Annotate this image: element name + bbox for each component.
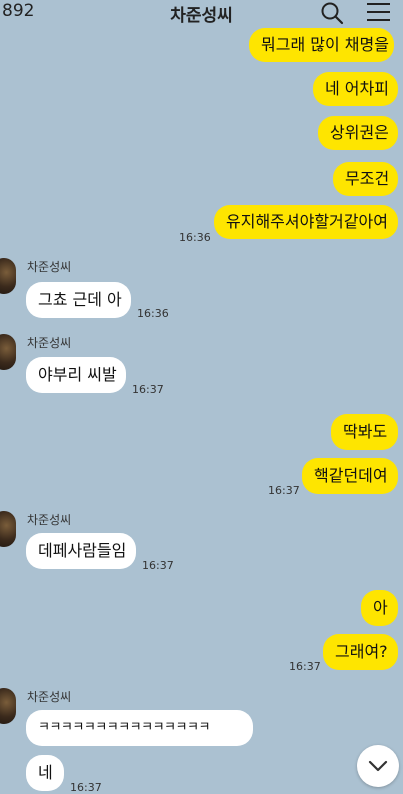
message-text: 야부리 씨발 xyxy=(38,365,117,384)
message-text: 핵같던데여 xyxy=(314,466,388,485)
sender-avatar[interactable] xyxy=(0,258,16,294)
message-text: 데페사람들임 xyxy=(38,541,127,560)
my-message-bubble[interactable]: 유지해주셔야할거같아여 xyxy=(214,205,398,239)
my-message-bubble[interactable]: 네 어차피 xyxy=(313,72,398,106)
hamburger-menu-icon xyxy=(367,3,390,21)
my-message-bubble[interactable]: 딱봐도 xyxy=(331,414,398,450)
message-time: 16:36 xyxy=(179,231,211,244)
their-message-bubble[interactable]: 그쵸 근데 아 xyxy=(26,282,131,318)
my-message-bubble[interactable]: 핵같던데여 xyxy=(302,458,398,494)
my-message-bubble[interactable]: 그래여? xyxy=(323,634,398,670)
their-message-bubble[interactable]: 데페사람들임 xyxy=(26,533,136,569)
their-message-bubble[interactable]: 야부리 씨발 xyxy=(26,357,126,393)
scroll-to-bottom-button[interactable] xyxy=(357,745,399,787)
my-message-bubble[interactable]: 아 xyxy=(361,590,398,626)
chat-header: 892 차준성씨 xyxy=(0,0,403,26)
search-button[interactable] xyxy=(318,0,346,26)
sender-name: 차준성씨 xyxy=(27,336,72,350)
sender-name: 차준성씨 xyxy=(27,260,72,274)
chevron-down-icon xyxy=(368,760,388,772)
sender-name: 차준성씨 xyxy=(27,513,72,527)
message-text: 네 xyxy=(38,763,53,782)
their-message-bubble[interactable]: ㅋㅋㅋㅋㅋㅋㅋㅋㅋㅋㅋㅋㅋㅋㅋ xyxy=(26,710,253,746)
message-text: 유지해주셔야할거같아여 xyxy=(226,212,388,231)
message-time: 16:37 xyxy=(142,559,174,572)
message-time: 16:37 xyxy=(132,383,164,396)
message-text: 무조건 xyxy=(345,169,390,188)
message-text: 상위권은 xyxy=(330,123,389,142)
message-text: 뭐그래 많이 채명을 xyxy=(261,35,389,54)
sender-avatar[interactable] xyxy=(0,688,16,724)
message-text: 그쵸 근데 아 xyxy=(38,290,122,309)
message-text: ㅋㅋㅋㅋㅋㅋㅋㅋㅋㅋㅋㅋㅋㅋㅋ xyxy=(38,720,210,735)
my-message-bubble[interactable]: 뭐그래 많이 채명을 xyxy=(249,28,394,62)
search-icon xyxy=(321,2,344,25)
menu-button[interactable] xyxy=(362,0,394,26)
message-time: 16:37 xyxy=(289,660,321,673)
sender-name: 차준성씨 xyxy=(27,690,72,704)
message-text: 아 xyxy=(373,598,388,617)
message-text: 딱봐도 xyxy=(343,422,388,441)
my-message-bubble[interactable]: 상위권은 xyxy=(318,116,398,150)
sender-avatar[interactable] xyxy=(0,334,16,370)
message-time: 16:37 xyxy=(268,484,300,497)
my-message-bubble[interactable]: 무조건 xyxy=(333,162,398,196)
message-text: 네 어차피 xyxy=(325,79,389,98)
their-message-bubble[interactable]: 네 xyxy=(26,755,64,791)
message-text: 그래여? xyxy=(335,642,388,661)
sender-avatar[interactable] xyxy=(0,511,16,547)
message-time: 16:36 xyxy=(137,307,169,320)
message-time: 16:37 xyxy=(70,781,102,794)
